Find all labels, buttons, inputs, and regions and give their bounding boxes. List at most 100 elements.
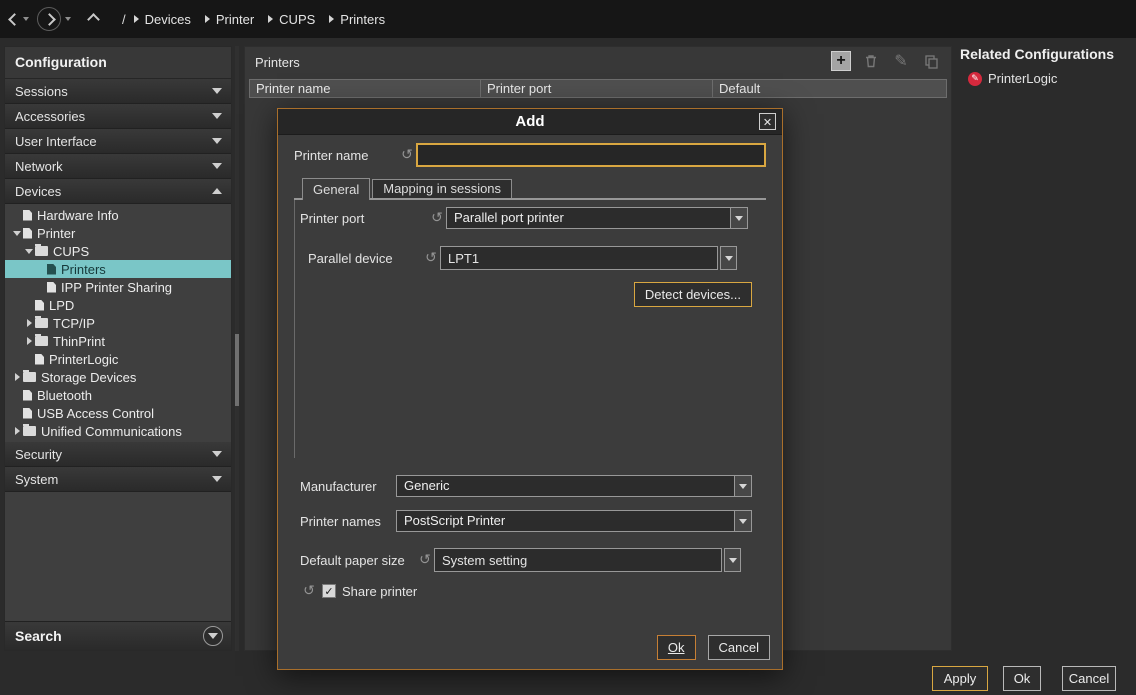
share-printer-row: Share printer xyxy=(300,583,766,599)
copy-button[interactable] xyxy=(921,51,941,71)
search-bar[interactable]: Search xyxy=(5,621,231,650)
cancel-button[interactable]: Cancel xyxy=(1062,666,1116,691)
nav-back[interactable] xyxy=(10,15,29,24)
chevron-down-icon xyxy=(212,451,222,457)
tree-item-cups[interactable]: CUPS xyxy=(5,242,231,260)
printer-name-row: Printer name xyxy=(294,143,766,167)
expand-toggle-icon[interactable] xyxy=(11,231,23,236)
collapse-toggle-icon[interactable] xyxy=(11,427,23,435)
add-button[interactable]: + xyxy=(831,51,851,71)
sidebar-section-sessions[interactable]: Sessions xyxy=(5,79,231,104)
up-icon xyxy=(87,13,100,26)
reset-icon[interactable] xyxy=(300,583,318,599)
reset-icon[interactable] xyxy=(422,250,440,266)
edit-button[interactable]: ✎ xyxy=(891,51,911,71)
add-printer-dialog: Add Printer name General Mapping in sess… xyxy=(277,108,783,670)
tree-item-unified-communications[interactable]: Unified Communications xyxy=(5,422,231,440)
breadcrumb-arrow-icon xyxy=(134,15,139,23)
breadcrumb-printers[interactable]: Printers xyxy=(329,12,385,27)
tree-item-thinprint[interactable]: ThinPrint xyxy=(5,332,231,350)
dialog-cancel-button[interactable]: Cancel xyxy=(708,635,770,660)
chevron-down-icon xyxy=(212,88,222,94)
detect-devices-button[interactable]: Detect devices... xyxy=(634,282,752,307)
sidebar-scrollbar[interactable] xyxy=(235,46,239,651)
sidebar-section-devices[interactable]: Devices xyxy=(5,179,231,204)
dialog-tabs: General Mapping in sessions xyxy=(302,178,766,200)
dialog-titlebar[interactable]: Add xyxy=(278,109,782,135)
tree-item-hardware-info[interactable]: Hardware Info xyxy=(5,206,231,224)
reset-icon[interactable] xyxy=(428,210,446,226)
parallel-device-dropdown-button[interactable] xyxy=(720,246,737,270)
folder-icon xyxy=(23,426,36,436)
sidebar-section-security[interactable]: Security xyxy=(5,442,231,467)
column-header-default[interactable]: Default xyxy=(713,79,947,98)
collapse-toggle-icon[interactable] xyxy=(23,319,35,327)
chevron-down-icon xyxy=(208,633,218,639)
folder-icon xyxy=(35,336,48,346)
dialog-ok-button[interactable]: Ok xyxy=(657,635,696,660)
nav-up[interactable] xyxy=(89,15,98,24)
dialog-close-button[interactable] xyxy=(759,113,776,130)
forward-circle xyxy=(37,7,61,31)
reset-icon[interactable] xyxy=(416,552,434,568)
config-tree: Hardware Info Printer CUPS Printers IPP … xyxy=(5,204,231,442)
chevron-down-icon xyxy=(212,476,222,482)
sidebar-section-accessories[interactable]: Accessories xyxy=(5,104,231,129)
tab-general[interactable]: General xyxy=(302,178,370,200)
manufacturer-select[interactable]: Generic xyxy=(396,475,752,497)
tree-item-ipp-printer-sharing[interactable]: IPP Printer Sharing xyxy=(5,278,231,296)
related-item-printerlogic[interactable]: PrinterLogic xyxy=(960,71,1132,86)
share-printer-checkbox[interactable] xyxy=(322,584,336,598)
tree-item-storage-devices[interactable]: Storage Devices xyxy=(5,368,231,386)
ok-button[interactable]: Ok xyxy=(1003,666,1041,691)
parallel-device-row: Parallel device LPT1 xyxy=(300,246,766,270)
file-icon xyxy=(47,282,56,293)
panel-title: Printers xyxy=(255,55,300,70)
sidebar-section-user-interface[interactable]: User Interface xyxy=(5,129,231,154)
column-header-printer-name[interactable]: Printer name xyxy=(249,79,481,98)
reset-icon[interactable] xyxy=(398,147,416,163)
dialog-title: Add xyxy=(515,113,544,130)
detect-devices-row: Detect devices... xyxy=(300,282,752,307)
printer-port-label: Printer port xyxy=(300,211,428,226)
pencil-icon: ✎ xyxy=(894,51,907,71)
tree-item-bluetooth[interactable]: Bluetooth xyxy=(5,386,231,404)
chevron-down-icon xyxy=(729,558,737,563)
breadcrumb-cups[interactable]: CUPS xyxy=(268,12,315,27)
sidebar-section-network[interactable]: Network xyxy=(5,154,231,179)
tree-item-printers[interactable]: Printers xyxy=(5,260,231,278)
scrollbar-handle[interactable] xyxy=(235,334,239,406)
paper-size-input[interactable]: System setting xyxy=(434,548,722,572)
breadcrumb-root[interactable]: / xyxy=(122,12,126,27)
tree-item-printer[interactable]: Printer xyxy=(5,224,231,242)
parallel-device-input[interactable]: LPT1 xyxy=(440,246,718,270)
breadcrumb-printer[interactable]: Printer xyxy=(205,12,254,27)
search-expand-button[interactable] xyxy=(203,626,223,646)
expand-toggle-icon[interactable] xyxy=(23,249,35,254)
printer-names-select[interactable]: PostScript Printer xyxy=(396,510,752,532)
delete-button[interactable] xyxy=(861,51,881,71)
sidebar-section-system[interactable]: System xyxy=(5,467,231,492)
tree-item-usb-access-control[interactable]: USB Access Control xyxy=(5,404,231,422)
collapse-toggle-icon[interactable] xyxy=(11,373,23,381)
nav-forward[interactable] xyxy=(37,7,71,31)
tree-item-printerlogic[interactable]: PrinterLogic xyxy=(5,350,231,368)
trash-icon xyxy=(863,53,879,69)
tab-mapping-in-sessions[interactable]: Mapping in sessions xyxy=(372,179,512,198)
column-header-printer-port[interactable]: Printer port xyxy=(481,79,713,98)
folder-icon xyxy=(35,246,48,256)
breadcrumb-devices[interactable]: Devices xyxy=(134,12,191,27)
paper-size-dropdown-button[interactable] xyxy=(724,548,741,572)
printer-names-label: Printer names xyxy=(300,514,396,529)
printers-toolbar: + ✎ xyxy=(831,51,941,71)
printer-port-row: Printer port Parallel port printer xyxy=(300,207,766,229)
tree-item-lpd[interactable]: LPD xyxy=(5,296,231,314)
tree-item-tcpip[interactable]: TCP/IP xyxy=(5,314,231,332)
printer-port-select[interactable]: Parallel port printer xyxy=(446,207,748,229)
collapse-toggle-icon[interactable] xyxy=(23,337,35,345)
folder-icon xyxy=(35,318,48,328)
paper-size-label: Default paper size xyxy=(300,553,416,568)
apply-button[interactable]: Apply xyxy=(932,666,988,691)
search-label: Search xyxy=(15,628,62,644)
printer-name-input[interactable] xyxy=(416,143,766,167)
